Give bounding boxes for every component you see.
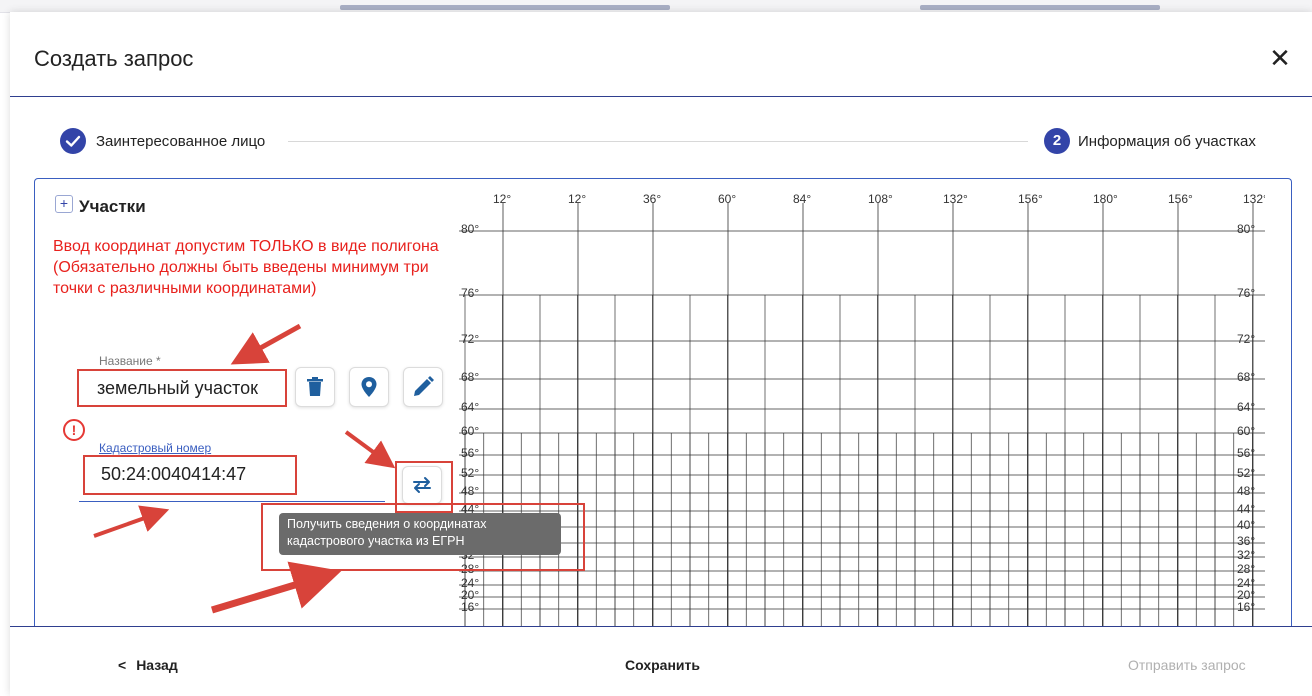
edit-button[interactable] [403, 367, 443, 407]
latitude-label-right: 72° [1237, 332, 1255, 346]
background-bar [920, 5, 1160, 10]
longitude-label: 60° [718, 192, 736, 206]
name-field-label: Название * [99, 354, 161, 368]
longitude-label: 156° [1018, 192, 1043, 206]
longitude-label: 132° [1243, 192, 1265, 206]
latitude-label-left: 48° [461, 484, 479, 498]
background-bar [340, 5, 670, 10]
longitude-label: 84° [793, 192, 811, 206]
latitude-label-right: 68° [1237, 370, 1255, 384]
latitude-label-right: 28° [1237, 562, 1255, 576]
latitude-label-right: 16° [1237, 600, 1255, 614]
exclamation-icon: ! [63, 419, 85, 441]
name-field[interactable]: земельный участок [77, 369, 287, 407]
plus-icon[interactable]: + [55, 195, 73, 213]
longitude-label: 12° [493, 192, 511, 206]
latitude-label-right: 44° [1237, 502, 1255, 516]
modal-header: Создать запрос ✕ [10, 12, 1312, 97]
latitude-label-right: 36° [1237, 534, 1255, 548]
fetch-egrn-coordinates-button[interactable] [402, 466, 442, 504]
location-button[interactable] [349, 367, 389, 407]
plots-panel: + Участки Ввод координат допустим ТОЛЬКО… [34, 178, 1292, 639]
longitude-label: 180° [1093, 192, 1118, 206]
step-number: 2 [1044, 128, 1070, 154]
latitude-label-left: 64° [461, 400, 479, 414]
stepper: Заинтересованное лицо 2 Информация об уч… [10, 96, 1312, 182]
latitude-label-right: 32° [1237, 548, 1255, 562]
section-title: Участки [79, 197, 146, 216]
longitude-label: 108° [868, 192, 893, 206]
longitude-label: 132° [943, 192, 968, 206]
chevron-left-icon: < [118, 657, 127, 673]
latitude-label-right: 64° [1237, 400, 1255, 414]
latitude-label-left: 56° [461, 446, 479, 460]
cadastral-field-label: Кадастровый номер [99, 441, 212, 455]
save-button[interactable]: Сохранить [625, 657, 700, 673]
latitude-label-left: 52° [461, 466, 479, 480]
delete-button[interactable] [295, 367, 335, 407]
coordinate-map[interactable]: 12° 12° 36° 60° 84° 108° 132° 156° 180° 156° 132° 8… [459, 189, 1265, 639]
step-label-interested-party[interactable]: Заинтересованное лицо [96, 133, 265, 150]
longitude-label: 12° [568, 192, 586, 206]
field-underline [79, 501, 385, 502]
name-field-value: земельный участок [97, 378, 258, 398]
latitude-label-right: 48° [1237, 484, 1255, 498]
polygon-warning: Ввод координат допустим ТОЛЬКО в виде по… [53, 238, 439, 297]
modal-footer: < Назад Сохранить Отправить запрос [10, 626, 1312, 696]
back-label: Назад [136, 657, 178, 673]
send-request-button[interactable]: Отправить запрос [1128, 657, 1246, 673]
step-label-plot-info[interactable]: Информация об участках [1078, 133, 1256, 150]
latitude-label-left: 76° [461, 286, 479, 300]
modal-title: Создать запрос [34, 46, 194, 71]
map-pin-icon [361, 377, 377, 397]
latitude-label-left: 16° [461, 600, 479, 614]
latitude-label-left: 60° [461, 424, 479, 438]
latitude-label-right: 52° [1237, 466, 1255, 480]
pencil-icon [414, 376, 434, 396]
longitude-label: 36° [643, 192, 661, 206]
latitude-label-left: 80° [461, 222, 479, 236]
latitude-label-left: 68° [461, 370, 479, 384]
close-icon[interactable]: ✕ [1266, 44, 1294, 72]
create-request-modal: Создать запрос ✕ Заинтересованное лицо 2… [10, 12, 1312, 696]
swap-arrows-icon [413, 477, 431, 493]
step-connector [288, 141, 1028, 142]
tooltip: Получить сведения о координатах кадастро… [279, 513, 561, 555]
cadastral-number-value: 50:24:0040414:47 [101, 464, 247, 484]
check-icon [60, 128, 86, 154]
latitude-label-right: 60° [1237, 424, 1255, 438]
latitude-label-right: 76° [1237, 286, 1255, 300]
back-button[interactable]: < Назад [118, 657, 178, 673]
cadastral-number-field[interactable]: 50:24:0040414:47 [83, 455, 297, 495]
latitude-label-right: 80° [1237, 222, 1255, 236]
longitude-label: 156° [1168, 192, 1193, 206]
trash-icon [307, 377, 323, 396]
latitude-label-right: 40° [1237, 518, 1255, 532]
latitude-label-right: 56° [1237, 446, 1255, 460]
latitude-label-left: 72° [461, 332, 479, 346]
